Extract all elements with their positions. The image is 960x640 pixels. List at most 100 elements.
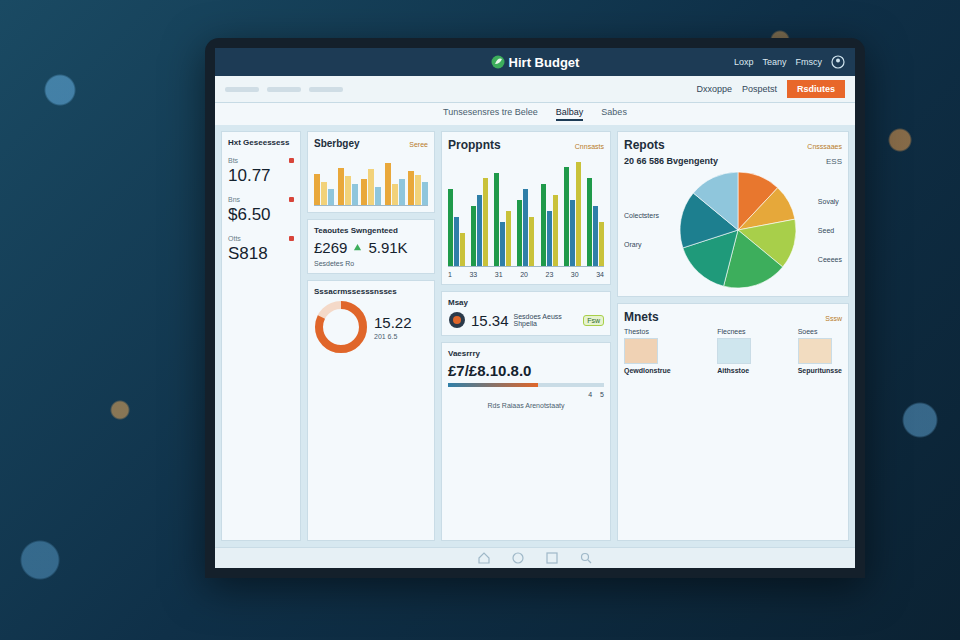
screen: Hirt Budget Loxp Teany Fmscy Dxxoppe Pospetst… — [215, 48, 855, 568]
dashboard-grid: Hxt Geseessess Bts10.77 Bns $6.50 OttsS818 Sb… — [215, 125, 855, 547]
bar-group — [541, 156, 558, 266]
bar[interactable] — [392, 184, 398, 205]
bar[interactable] — [361, 179, 367, 205]
tile-label: Flecnees — [717, 328, 745, 335]
bar[interactable] — [494, 173, 499, 267]
bar[interactable] — [477, 195, 482, 267]
home-icon[interactable] — [478, 552, 490, 564]
tile[interactable]: SoeesSepuritunsse — [798, 328, 842, 374]
bar[interactable] — [338, 168, 344, 205]
panel-link[interactable]: Sssw — [825, 315, 842, 322]
bar[interactable] — [547, 211, 552, 266]
panel-link[interactable]: Seree — [409, 141, 428, 148]
summary-label: Bns — [228, 196, 240, 203]
axis-tick: 20 — [520, 271, 528, 278]
donut-track — [319, 305, 363, 349]
pie-slice[interactable] — [694, 172, 739, 230]
pie-label: Orary — [624, 241, 659, 248]
pie-label: Sovaly — [818, 198, 842, 205]
globe-icon[interactable] — [512, 552, 524, 564]
sub-nav-tab[interactable]: Balbay — [556, 107, 584, 121]
progress-tick: 5 — [600, 391, 604, 398]
bar[interactable] — [553, 195, 558, 267]
bar-group — [471, 156, 488, 266]
bar[interactable] — [506, 211, 511, 266]
bar[interactable] — [570, 200, 575, 266]
bar[interactable] — [321, 182, 327, 205]
sub-nav-tab[interactable]: Sabes — [601, 107, 627, 121]
bar[interactable] — [422, 182, 428, 205]
bar[interactable] — [576, 162, 581, 267]
bar[interactable] — [541, 184, 546, 267]
bar-group — [494, 156, 511, 266]
bar[interactable] — [500, 222, 505, 266]
savings-value: £269 — [314, 239, 347, 256]
projects-panel: ProppntsCnnsasts1333120233034 — [441, 131, 611, 285]
bar[interactable] — [523, 189, 528, 266]
bar[interactable] — [454, 217, 459, 267]
summary-label: Otts — [228, 235, 241, 242]
grid-icon[interactable] — [546, 552, 558, 564]
summary-item[interactable]: OttsS818 — [228, 235, 294, 264]
search-icon[interactable] — [580, 552, 592, 564]
sub-nav-tab[interactable]: Tunsesensres tre Belee — [443, 107, 538, 121]
bar[interactable] — [483, 178, 488, 266]
bar-group — [448, 156, 465, 266]
panel-title: Mnets — [624, 310, 659, 324]
bar[interactable] — [448, 189, 453, 266]
panel-title: Msay — [448, 298, 604, 307]
top-link[interactable]: Loxp — [734, 57, 754, 67]
axis-tick: 34 — [596, 271, 604, 278]
top-link[interactable]: Fmscy — [796, 57, 823, 67]
tile-thumbnail — [717, 338, 751, 364]
donut-chart — [314, 300, 368, 354]
bar-group — [361, 153, 381, 205]
summary-item[interactable]: Bns $6.50 — [228, 196, 294, 225]
bar[interactable] — [352, 184, 358, 205]
summary-label: Bts — [228, 157, 238, 164]
bar[interactable] — [471, 206, 476, 267]
tile-thumbnail — [798, 338, 832, 364]
panel-link[interactable]: Cnnsasts — [575, 143, 604, 150]
bar[interactable] — [587, 178, 592, 266]
report-count: ESS — [826, 157, 842, 166]
bar[interactable] — [399, 179, 405, 205]
progress-tick: 4 — [588, 391, 592, 398]
progress-fill — [448, 383, 538, 387]
bar[interactable] — [517, 200, 522, 266]
bar[interactable] — [593, 206, 598, 267]
bar[interactable] — [385, 163, 391, 205]
badge[interactable]: Fsw — [583, 315, 604, 326]
pie-label: Ceeees — [818, 256, 842, 263]
bar[interactable] — [314, 174, 320, 205]
bar[interactable] — [408, 171, 414, 205]
summary-item[interactable]: Bts10.77 — [228, 157, 294, 186]
flag-icon — [289, 197, 294, 202]
bar[interactable] — [345, 176, 351, 205]
bar[interactable] — [415, 175, 421, 205]
bar[interactable] — [375, 187, 381, 205]
action-link[interactable]: Dxxoppe — [696, 84, 732, 94]
bar[interactable] — [529, 217, 534, 267]
bar[interactable] — [599, 222, 604, 266]
tile[interactable]: ThestosQewdlonstrue — [624, 328, 671, 374]
top-link[interactable]: Teany — [762, 57, 786, 67]
bar[interactable] — [328, 189, 334, 205]
action-link[interactable]: Pospetst — [742, 84, 777, 94]
panel-title: Hxt Geseessess — [228, 138, 294, 147]
logo[interactable]: Hirt Budget — [491, 55, 580, 70]
summary-value: $6.50 — [228, 205, 294, 225]
panel-title: Sssacrmssesssnsses — [314, 287, 428, 296]
primary-button[interactable]: Rsdiutes — [787, 80, 845, 98]
bar[interactable] — [368, 169, 374, 205]
tile-thumbnail — [624, 338, 658, 364]
budget-panel: SberbgeySeree — [307, 131, 435, 213]
user-icon[interactable] — [831, 55, 845, 69]
bar-group — [314, 153, 334, 205]
panel-link[interactable]: Cnsssaaes — [807, 143, 842, 150]
savings-value-2: 5.91K — [368, 239, 407, 256]
bar[interactable] — [460, 233, 465, 266]
bar[interactable] — [564, 167, 569, 266]
tile[interactable]: FlecneesAithsstoe — [717, 328, 751, 374]
panel-title: Proppnts — [448, 138, 501, 152]
